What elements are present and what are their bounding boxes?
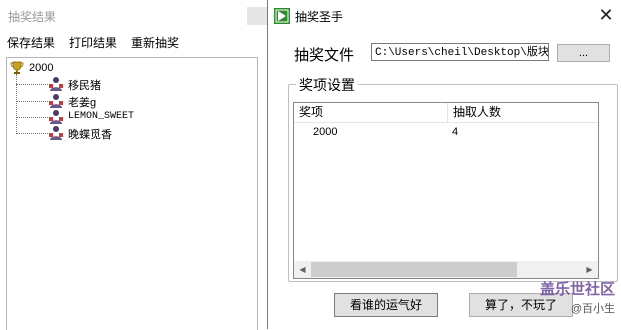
tree-connector xyxy=(16,117,48,118)
prize-list[interactable]: 奖项 抽取人数 2000 4 ◀ ▶ xyxy=(293,102,599,279)
file-label: 抽奖文件 xyxy=(294,47,355,64)
lottery-dialog: 抽奖圣手 ✕ 抽奖文件 C:\Users\cheil\Desktop\版块活 .… xyxy=(267,0,621,329)
group-title: 奖项设置 xyxy=(296,75,358,95)
results-tree[interactable]: 2000 移民猪 老姜g LEMON_SWEET 晚蝶觅香 xyxy=(6,57,258,330)
results-title: 抽奖结果 xyxy=(8,10,57,24)
dialog-titlebar[interactable]: 抽奖圣手 ✕ xyxy=(268,0,621,30)
watermark-line2: @百小生 xyxy=(570,303,615,315)
tree-connector xyxy=(16,101,48,102)
menu-save-results[interactable]: 保存结果 xyxy=(7,34,55,51)
file-path-field[interactable]: C:\Users\cheil\Desktop\版块活 xyxy=(371,43,549,61)
titlebar-button[interactable] xyxy=(247,7,268,25)
winner-name: 晚蝶觅香 xyxy=(68,129,112,141)
tree-connector xyxy=(16,74,17,134)
watermark: 盖乐世社区 @百小生 xyxy=(533,276,615,324)
results-menubar: 保存结果 打印结果 重新抽奖 xyxy=(0,30,268,52)
menu-print-results[interactable]: 打印结果 xyxy=(69,34,117,51)
winner-name: 老姜g xyxy=(68,97,97,109)
user-icon xyxy=(49,126,63,140)
column-header-count[interactable]: 抽取人数 xyxy=(448,103,598,122)
table-row[interactable]: 2000 4 xyxy=(294,125,598,141)
close-icon[interactable]: ✕ xyxy=(596,5,616,25)
scroll-left-icon[interactable]: ◀ xyxy=(294,261,311,278)
list-header: 奖项 抽取人数 xyxy=(294,103,598,123)
menu-redraw[interactable]: 重新抽奖 xyxy=(131,34,179,51)
prize-cell: 2000 xyxy=(313,126,338,138)
column-header-prize[interactable]: 奖项 xyxy=(294,103,448,122)
count-cell: 4 xyxy=(452,126,459,138)
user-icon xyxy=(49,110,63,124)
user-icon xyxy=(49,94,63,108)
tree-root-label: 2000 xyxy=(29,62,54,74)
draw-button[interactable]: 看谁的运气好 xyxy=(334,293,438,317)
winner-name: LEMON_SWEET xyxy=(68,111,135,122)
browse-button[interactable]: ... xyxy=(557,44,610,62)
scrollbar-thumb[interactable] xyxy=(311,262,517,277)
app-icon xyxy=(274,8,290,24)
results-window: 抽奖结果 保存结果 打印结果 重新抽奖 2000 移民猪 老姜g LEMON_S… xyxy=(0,0,268,330)
trophy-icon xyxy=(10,61,24,74)
winner-name: 移民猪 xyxy=(68,80,101,92)
tree-connector xyxy=(16,133,48,134)
dialog-title: 抽奖圣手 xyxy=(295,10,344,24)
tree-connector xyxy=(16,84,48,85)
results-titlebar[interactable]: 抽奖结果 xyxy=(0,0,268,30)
user-icon xyxy=(49,77,63,91)
watermark-line1: 盖乐世社区 xyxy=(539,281,615,298)
